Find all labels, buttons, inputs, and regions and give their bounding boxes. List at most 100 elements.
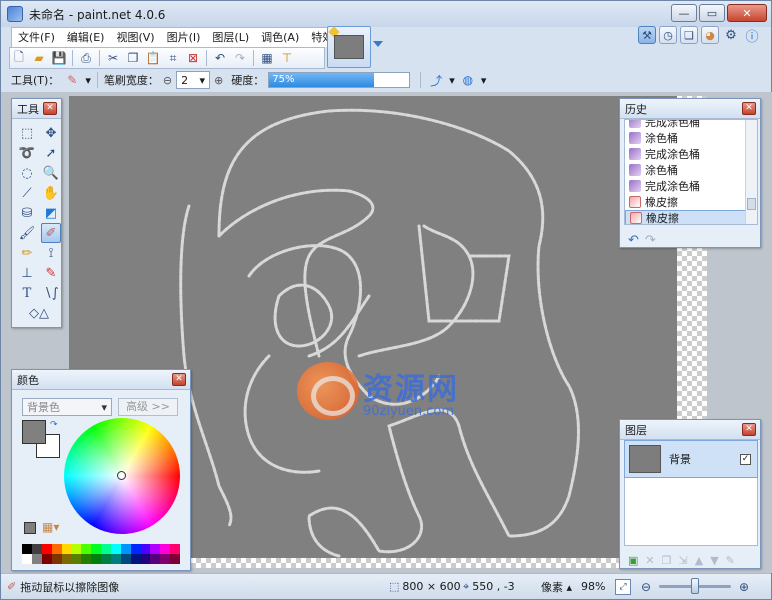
ruler-icon[interactable]: ⊤ [278, 49, 296, 67]
copy-icon[interactable]: ❐ [124, 49, 142, 67]
history-item[interactable]: 涂色桶 [625, 130, 757, 146]
layer-row[interactable]: 背景 ✓ [624, 440, 758, 478]
zoom-in-icon[interactable]: ⊕ [739, 580, 749, 594]
palette-swatch[interactable] [61, 544, 72, 554]
history-item[interactable]: 涂色桶 [625, 162, 757, 178]
color-mode-select[interactable]: 背景色 ▾ [22, 398, 112, 416]
ellipse-select-icon[interactable]: ◌ [17, 163, 37, 183]
menu-file[interactable]: 文件(F) [12, 28, 61, 47]
minimize-button[interactable]: — [671, 4, 697, 22]
zoom-icon[interactable]: 🔍 [41, 163, 61, 183]
layers-panel-close-icon[interactable]: ✕ [742, 423, 756, 436]
paintbrush-icon[interactable]: 🖌 [17, 223, 37, 243]
palette-swatch[interactable] [130, 544, 141, 554]
zoom-level[interactable]: 98% [581, 580, 605, 593]
paint-bucket-icon[interactable]: ⛁ [17, 203, 37, 223]
palette-swatch[interactable] [101, 544, 111, 554]
grid-icon[interactable]: ▦ [258, 49, 276, 67]
palette-swatch[interactable] [91, 544, 101, 554]
history-scroll-thumb[interactable] [747, 198, 756, 210]
antialiasing-icon[interactable]: ⤴ [427, 71, 445, 89]
hardness-slider[interactable]: 75% [268, 72, 411, 88]
swap-colors-icon[interactable]: ↷ [50, 420, 58, 430]
save-icon[interactable]: 💾 [50, 49, 68, 67]
primary-color-swatch[interactable] [22, 420, 46, 444]
menu-view[interactable]: 视图(V) [110, 28, 160, 47]
add-layer-icon[interactable]: ▣ [628, 554, 638, 567]
move-layer-down-icon[interactable]: ▼ [710, 554, 718, 567]
palette-swatch[interactable] [101, 554, 111, 564]
help-icon[interactable]: ⓘ [743, 26, 761, 45]
palette-swatch[interactable] [120, 544, 131, 554]
history-redo-icon[interactable]: ↷ [645, 233, 656, 248]
palette-swatch[interactable] [41, 554, 52, 564]
palette-swatch[interactable] [71, 554, 82, 564]
palette-swatch[interactable] [150, 554, 161, 564]
history-window-toggle-icon[interactable]: ◷ [659, 26, 677, 44]
layers-window-toggle-icon[interactable]: ❏ [680, 26, 698, 44]
title-bar[interactable]: 未命名 - paint.net 4.0.6 — ▭ ✕ [1, 1, 771, 27]
history-undo-icon[interactable]: ↶ [628, 233, 639, 248]
antialiasing-arrow-icon[interactable]: ▾ [449, 74, 455, 87]
history-item-selected[interactable]: 橡皮擦 [625, 210, 757, 224]
history-scrollbar[interactable] [745, 120, 757, 224]
color-picker-icon[interactable]: ⟟ [41, 243, 61, 263]
zoom-out-icon[interactable]: ⊖ [641, 580, 651, 594]
palette-swatch[interactable] [22, 544, 32, 554]
text-icon[interactable]: T [17, 283, 37, 303]
pan-hand-icon[interactable]: ✋ [41, 183, 61, 203]
deselect-icon[interactable]: ⊠ [184, 49, 202, 67]
menu-image[interactable]: 图片(I) [161, 28, 207, 47]
decrease-width-icon[interactable]: ⊖ [163, 74, 172, 87]
recolor-icon[interactable]: ✎ [41, 263, 61, 283]
open-icon[interactable]: ▰ [30, 49, 48, 67]
palette-menu-icon[interactable]: ▦▾ [42, 520, 59, 534]
palette-swatch[interactable] [120, 554, 131, 564]
rectangle-select-icon[interactable]: ⬚ [17, 123, 37, 143]
history-item[interactable]: 完成涂色桶 [625, 146, 757, 162]
menu-edit[interactable]: 编辑(E) [61, 28, 111, 47]
palette-swatch[interactable] [160, 544, 171, 554]
palette-swatch[interactable] [51, 554, 62, 564]
reset-colors-icon[interactable] [24, 522, 36, 534]
document-thumbnail-tab[interactable] [327, 26, 371, 68]
history-item[interactable]: 完成涂色桶 [625, 178, 757, 194]
gradient-icon[interactable]: ◩ [41, 203, 61, 223]
document-list-arrow-icon[interactable] [373, 41, 383, 47]
palette-swatch[interactable] [170, 544, 180, 554]
increase-width-icon[interactable]: ⊕ [214, 74, 223, 87]
palette-swatch[interactable] [81, 544, 92, 554]
zoom-to-window-icon[interactable]: ⤢ [615, 578, 631, 595]
duplicate-layer-icon[interactable]: ❐ [662, 554, 672, 567]
delete-layer-icon[interactable]: ✕ [645, 554, 654, 567]
palette-swatch[interactable] [170, 554, 180, 564]
palette-swatch[interactable] [22, 554, 32, 564]
lasso-select-icon[interactable]: ➰ [17, 143, 37, 163]
crop-icon[interactable]: ⌗ [164, 49, 182, 67]
paste-icon[interactable]: 📋 [144, 49, 162, 67]
settings-gear-icon[interactable]: ⚙ [722, 26, 740, 44]
colors-window-toggle-icon[interactable]: ◕ [701, 26, 719, 44]
palette-swatch[interactable] [140, 544, 151, 554]
layer-visibility-checkbox[interactable]: ✓ [740, 454, 751, 465]
palette-swatch[interactable] [160, 554, 171, 564]
menu-adjustments[interactable]: 调色(A) [255, 28, 305, 47]
palette-swatch[interactable] [41, 544, 52, 554]
history-panel-title[interactable]: 历史 ✕ [620, 99, 760, 119]
eraser-icon[interactable]: ✐ [41, 223, 61, 243]
cut-icon[interactable]: ✂ [104, 49, 122, 67]
colors-panel-close-icon[interactable]: ✕ [172, 373, 186, 386]
print-icon[interactable]: ⎙ [77, 49, 95, 67]
palette-swatch[interactable] [140, 554, 151, 564]
maximize-button[interactable]: ▭ [699, 4, 725, 22]
tools-panel-title[interactable]: 工具 ✕ [12, 99, 61, 119]
blend-mode-icon[interactable]: ◍ [459, 71, 477, 89]
layers-panel-title[interactable]: 图层 ✕ [620, 420, 760, 440]
palette-swatch[interactable] [81, 554, 92, 564]
redo-icon[interactable]: ↷ [231, 49, 249, 67]
color-wheel[interactable] [64, 418, 180, 534]
palette-swatch[interactable] [61, 554, 72, 564]
tools-panel-close-icon[interactable]: ✕ [43, 102, 57, 115]
history-panel-close-icon[interactable]: ✕ [742, 102, 756, 115]
pencil-icon[interactable]: ✏ [17, 243, 37, 263]
